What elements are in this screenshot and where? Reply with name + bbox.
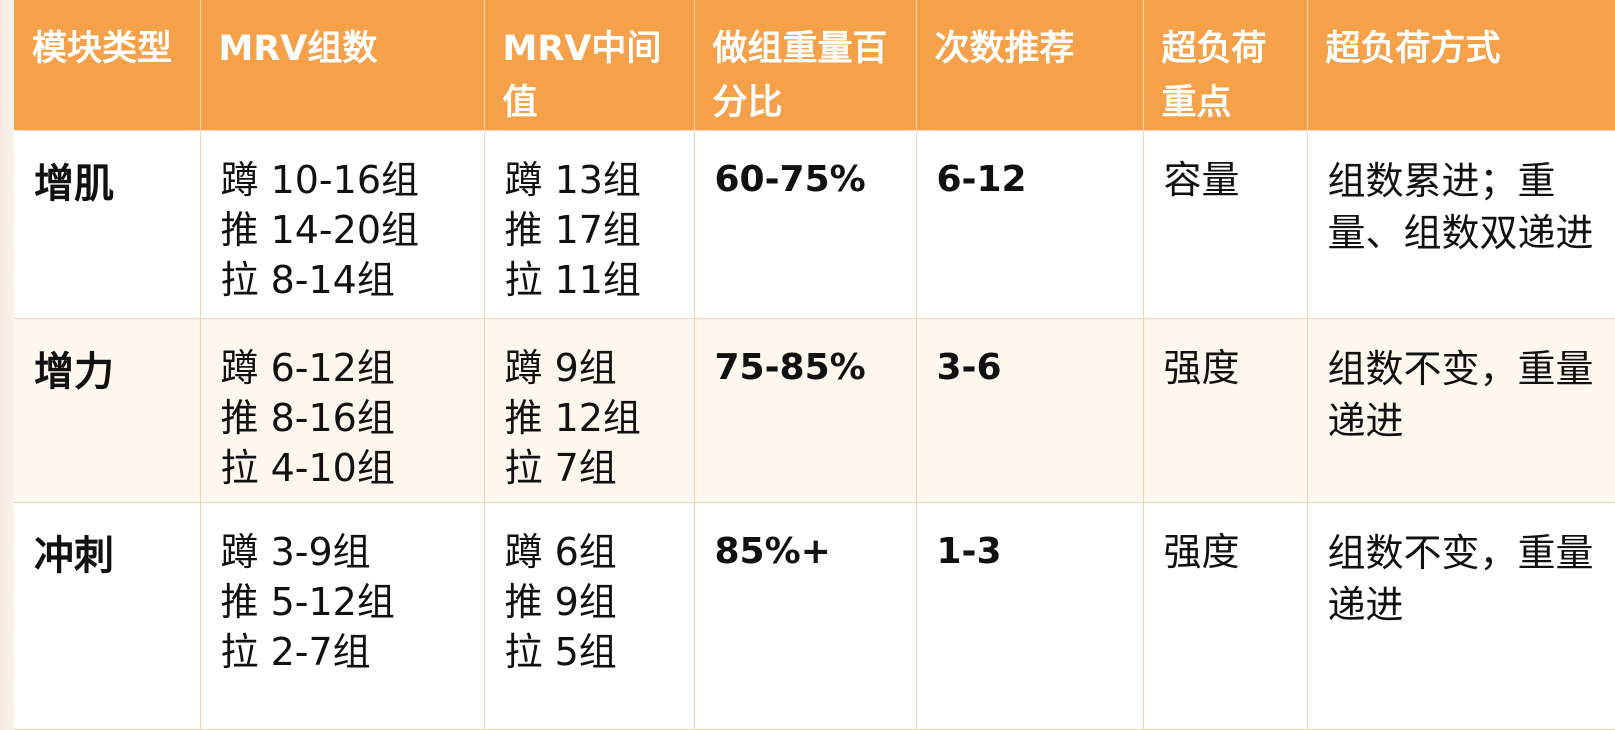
mrv-sets-line: 蹲 3-9组 (220, 530, 371, 574)
mrv-mid-cell: 蹲 13组 推 17组 拉 11组 (484, 130, 695, 319)
module-type-cell: 增肌 (14, 130, 201, 319)
weight-pct-cell: 75-85% (694, 318, 917, 503)
header-mrv-mid: MRV中间值 (484, 0, 695, 131)
module-type-cell: 增力 (14, 318, 201, 503)
mrv-sets-line: 拉 4-10组 (220, 446, 395, 490)
mrv-mid-line: 拉 5组 (504, 630, 617, 674)
header-weight-pct: 做组重量百分比 (694, 0, 917, 131)
table-row: 增力 蹲 6-12组 推 8-16组 拉 4-10组 蹲 9组 推 12组 拉 … (14, 318, 1615, 503)
mrv-sets-cell: 蹲 3-9组 推 5-12组 拉 2-7组 (200, 502, 485, 730)
mrv-sets-line: 推 14-20组 (220, 208, 420, 252)
mrv-mid-line: 拉 11组 (504, 258, 641, 302)
mrv-mid-line: 蹲 13组 (504, 158, 641, 202)
overload-focus-cell: 强度 (1143, 318, 1308, 503)
header-reps: 次数推荐 (916, 0, 1144, 131)
training-module-table: 模块类型 MRV组数 MRV中间值 做组重量百分比 次数推荐 超负荷重点 超负荷… (14, 0, 1615, 730)
mrv-sets-cell: 蹲 6-12组 推 8-16组 拉 4-10组 (200, 318, 485, 503)
mrv-mid-line: 推 12组 (504, 396, 641, 440)
header-module-type: 模块类型 (14, 0, 201, 131)
overload-method-cell: 组数不变，重量递进 (1307, 318, 1615, 503)
overload-method-cell: 组数不变，重量递进 (1307, 502, 1615, 730)
table-row: 增肌 蹲 10-16组 推 14-20组 拉 8-14组 蹲 13组 推 17组… (14, 130, 1615, 319)
header-overload-focus: 超负荷重点 (1143, 0, 1308, 131)
mrv-mid-line: 蹲 9组 (504, 346, 617, 390)
mrv-mid-line: 推 17组 (504, 208, 641, 252)
mrv-sets-line: 推 8-16组 (220, 396, 395, 440)
module-type-cell: 冲刺 (14, 502, 201, 730)
weight-pct-cell: 60-75% (694, 130, 917, 319)
header-mrv-sets: MRV组数 (200, 0, 485, 131)
mrv-mid-line: 蹲 6组 (504, 530, 617, 574)
overload-focus-cell: 强度 (1143, 502, 1308, 730)
mrv-mid-cell: 蹲 6组 推 9组 拉 5组 (484, 502, 695, 730)
header-overload-method: 超负荷方式 (1307, 0, 1615, 131)
mrv-mid-cell: 蹲 9组 推 12组 拉 7组 (484, 318, 695, 503)
overload-focus-cell: 容量 (1143, 130, 1308, 319)
mrv-mid-line: 拉 7组 (504, 446, 617, 490)
mrv-sets-line: 蹲 6-12组 (220, 346, 395, 390)
table-header-row: 模块类型 MRV组数 MRV中间值 做组重量百分比 次数推荐 超负荷重点 超负荷… (14, 0, 1615, 131)
reps-cell: 3-6 (916, 318, 1144, 503)
reps-cell: 1-3 (916, 502, 1144, 730)
mrv-sets-line: 拉 8-14组 (220, 258, 395, 302)
table-row: 冲刺 蹲 3-9组 推 5-12组 拉 2-7组 蹲 6组 推 9组 拉 5组 … (14, 502, 1615, 730)
reps-cell: 6-12 (916, 130, 1144, 319)
mrv-mid-line: 推 9组 (504, 580, 617, 624)
mrv-sets-line: 蹲 10-16组 (220, 158, 420, 202)
mrv-sets-line: 拉 2-7组 (220, 630, 371, 674)
mrv-sets-line: 推 5-12组 (220, 580, 395, 624)
overload-method-cell: 组数累进；重量、组数双递进 (1307, 130, 1615, 319)
weight-pct-cell: 85%+ (694, 502, 917, 730)
mrv-sets-cell: 蹲 10-16组 推 14-20组 拉 8-14组 (200, 130, 485, 319)
